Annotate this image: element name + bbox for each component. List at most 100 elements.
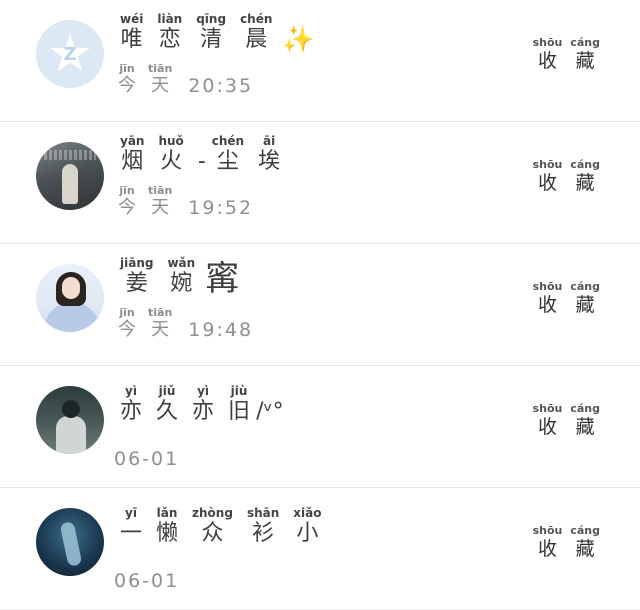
hanzi: 收 <box>537 416 557 438</box>
hanzi: 天 <box>151 197 170 218</box>
hanzi: 藏 <box>575 538 595 560</box>
hanzi: 火 <box>160 149 183 174</box>
timestamp: 20:35 <box>188 75 254 97</box>
avatar[interactable] <box>36 386 104 454</box>
avatar[interactable]: ★ Z <box>36 20 104 88</box>
pinyin: āi <box>263 134 276 148</box>
favorite-button[interactable]: shōu 收 cáng 藏 <box>533 524 600 561</box>
pinyin: wéi <box>120 12 144 26</box>
favorite-button[interactable]: shōu 收 cáng 藏 <box>533 402 600 439</box>
list-item[interactable]: jiāng 姜 wǎn 婉 寗 jīn 今 tiān 天 19:48 shōu 收 cán… <box>0 244 640 366</box>
pinyin: chén <box>211 134 245 148</box>
pinyin: shān <box>246 506 280 520</box>
pinyin: yì <box>197 384 209 398</box>
hanzi: 恋 <box>158 27 181 52</box>
pinyin: lǎn <box>156 506 178 520</box>
pinyin: shōu <box>532 524 563 537</box>
timestamp: 19:48 <box>188 319 254 341</box>
hanzi: 收 <box>537 172 557 194</box>
hanzi: 旧 <box>228 399 251 424</box>
pinyin: jiù <box>230 384 248 398</box>
hanzi: 寗 <box>205 259 240 299</box>
pinyin: xiǎo <box>293 506 322 520</box>
pinyin: yān <box>120 134 145 148</box>
favorite-button[interactable]: shōu 收 cáng 藏 <box>533 158 600 195</box>
last-active-time: jīn 今 tiān 天 20:35 <box>118 62 253 97</box>
contact-list: ★ Z wéi 唯 liàn 恋 qīng 清 chén 晨 ✨ jīn 今 tiān 天 … <box>0 0 640 610</box>
name-suffix: /ᵛ° <box>256 399 284 424</box>
avatar[interactable] <box>36 142 104 210</box>
pinyin: shōu <box>532 402 563 415</box>
avatar-figure <box>44 302 100 332</box>
hanzi: 烟 <box>121 149 144 174</box>
avatar-figure <box>56 416 86 454</box>
hanzi: 今 <box>118 75 136 96</box>
avatar-caption <box>44 150 96 160</box>
hanzi: 婉 <box>170 271 193 296</box>
contact-name: yì 亦 jiǔ 久 yì 亦 jiù 旧 /ᵛ° <box>120 384 284 426</box>
avatar-face <box>62 277 80 299</box>
pinyin: tiān <box>148 306 173 319</box>
hanzi: - <box>197 149 206 174</box>
avatar-head <box>62 400 80 418</box>
hanzi: 今 <box>118 197 136 218</box>
pinyin: liàn <box>157 12 183 26</box>
pinyin: jiǔ <box>158 384 176 398</box>
last-active-time: jīn 今 tiān 天 19:52 <box>118 184 253 219</box>
timestamp: 06-01 <box>114 448 180 470</box>
hanzi: 天 <box>151 75 170 96</box>
avatar[interactable] <box>36 264 104 332</box>
avatar-figure <box>62 164 78 204</box>
hanzi: 久 <box>156 399 179 424</box>
list-item[interactable]: yì 亦 jiǔ 久 yì 亦 jiù 旧 /ᵛ° 06-01 shōu 收 cáng 藏 <box>0 366 640 488</box>
pinyin: tiān <box>148 184 173 197</box>
contact-name: yān 烟 huǒ 火 - chén 尘 āi 埃 <box>120 134 294 176</box>
list-item[interactable]: yī 一 lǎn 懒 zhòng 众 shān 衫 xiǎo 小 06-01 shōu 收 … <box>0 488 640 610</box>
hanzi: 收 <box>537 294 557 316</box>
pinyin: tiān <box>148 62 173 75</box>
hanzi: 唯 <box>120 27 143 52</box>
hanzi: 尘 <box>216 149 239 174</box>
pinyin: cáng <box>570 402 600 415</box>
pinyin: shōu <box>532 36 563 49</box>
hanzi: 亦 <box>192 399 215 424</box>
hanzi: 清 <box>200 27 223 52</box>
timestamp: 19:52 <box>188 197 254 219</box>
pinyin: jīn <box>119 62 135 75</box>
hanzi: 天 <box>151 319 170 340</box>
avatar-figure <box>59 521 83 567</box>
contact-name: yī 一 lǎn 懒 zhòng 众 shān 衫 xiǎo 小 <box>120 506 335 548</box>
list-item[interactable]: ★ Z wéi 唯 liàn 恋 qīng 清 chén 晨 ✨ jīn 今 tiān 天 … <box>0 0 640 122</box>
qzone-logo-icon: Z <box>63 44 77 66</box>
hanzi: 衫 <box>252 521 275 546</box>
hanzi: 藏 <box>575 294 595 316</box>
pinyin: huǒ <box>158 134 184 148</box>
pinyin: shōu <box>532 158 563 171</box>
hanzi: 亦 <box>120 399 143 424</box>
contact-name: jiāng 姜 wǎn 婉 寗 <box>120 256 239 298</box>
hanzi: 小 <box>296 521 319 546</box>
pinyin: jīn <box>119 306 135 319</box>
hanzi: 姜 <box>125 271 148 296</box>
sparkle-icon: ✨ <box>282 25 315 55</box>
pinyin: wǎn <box>167 256 196 270</box>
avatar[interactable] <box>36 508 104 576</box>
pinyin: cáng <box>570 158 600 171</box>
pinyin: cáng <box>570 524 600 537</box>
pinyin: yì <box>125 384 137 398</box>
pinyin: yī <box>125 506 137 520</box>
pinyin: shōu <box>532 280 563 293</box>
hanzi: 一 <box>120 521 143 546</box>
hanzi: 埃 <box>258 149 281 174</box>
contact-name: wéi 唯 liàn 恋 qīng 清 chén 晨 ✨ <box>120 12 315 54</box>
hanzi: 藏 <box>575 50 595 72</box>
pinyin: zhòng <box>192 506 233 520</box>
hanzi: 藏 <box>575 416 595 438</box>
favorite-button[interactable]: shōu 收 cáng 藏 <box>533 280 600 317</box>
list-item[interactable]: yān 烟 huǒ 火 - chén 尘 āi 埃 jīn 今 tiān 天 19:52 s… <box>0 122 640 244</box>
hanzi: 收 <box>537 538 557 560</box>
hanzi: 收 <box>537 50 557 72</box>
favorite-button[interactable]: shōu 收 cáng 藏 <box>533 36 600 73</box>
hanzi: 晨 <box>245 27 268 52</box>
pinyin: chén <box>240 12 273 26</box>
